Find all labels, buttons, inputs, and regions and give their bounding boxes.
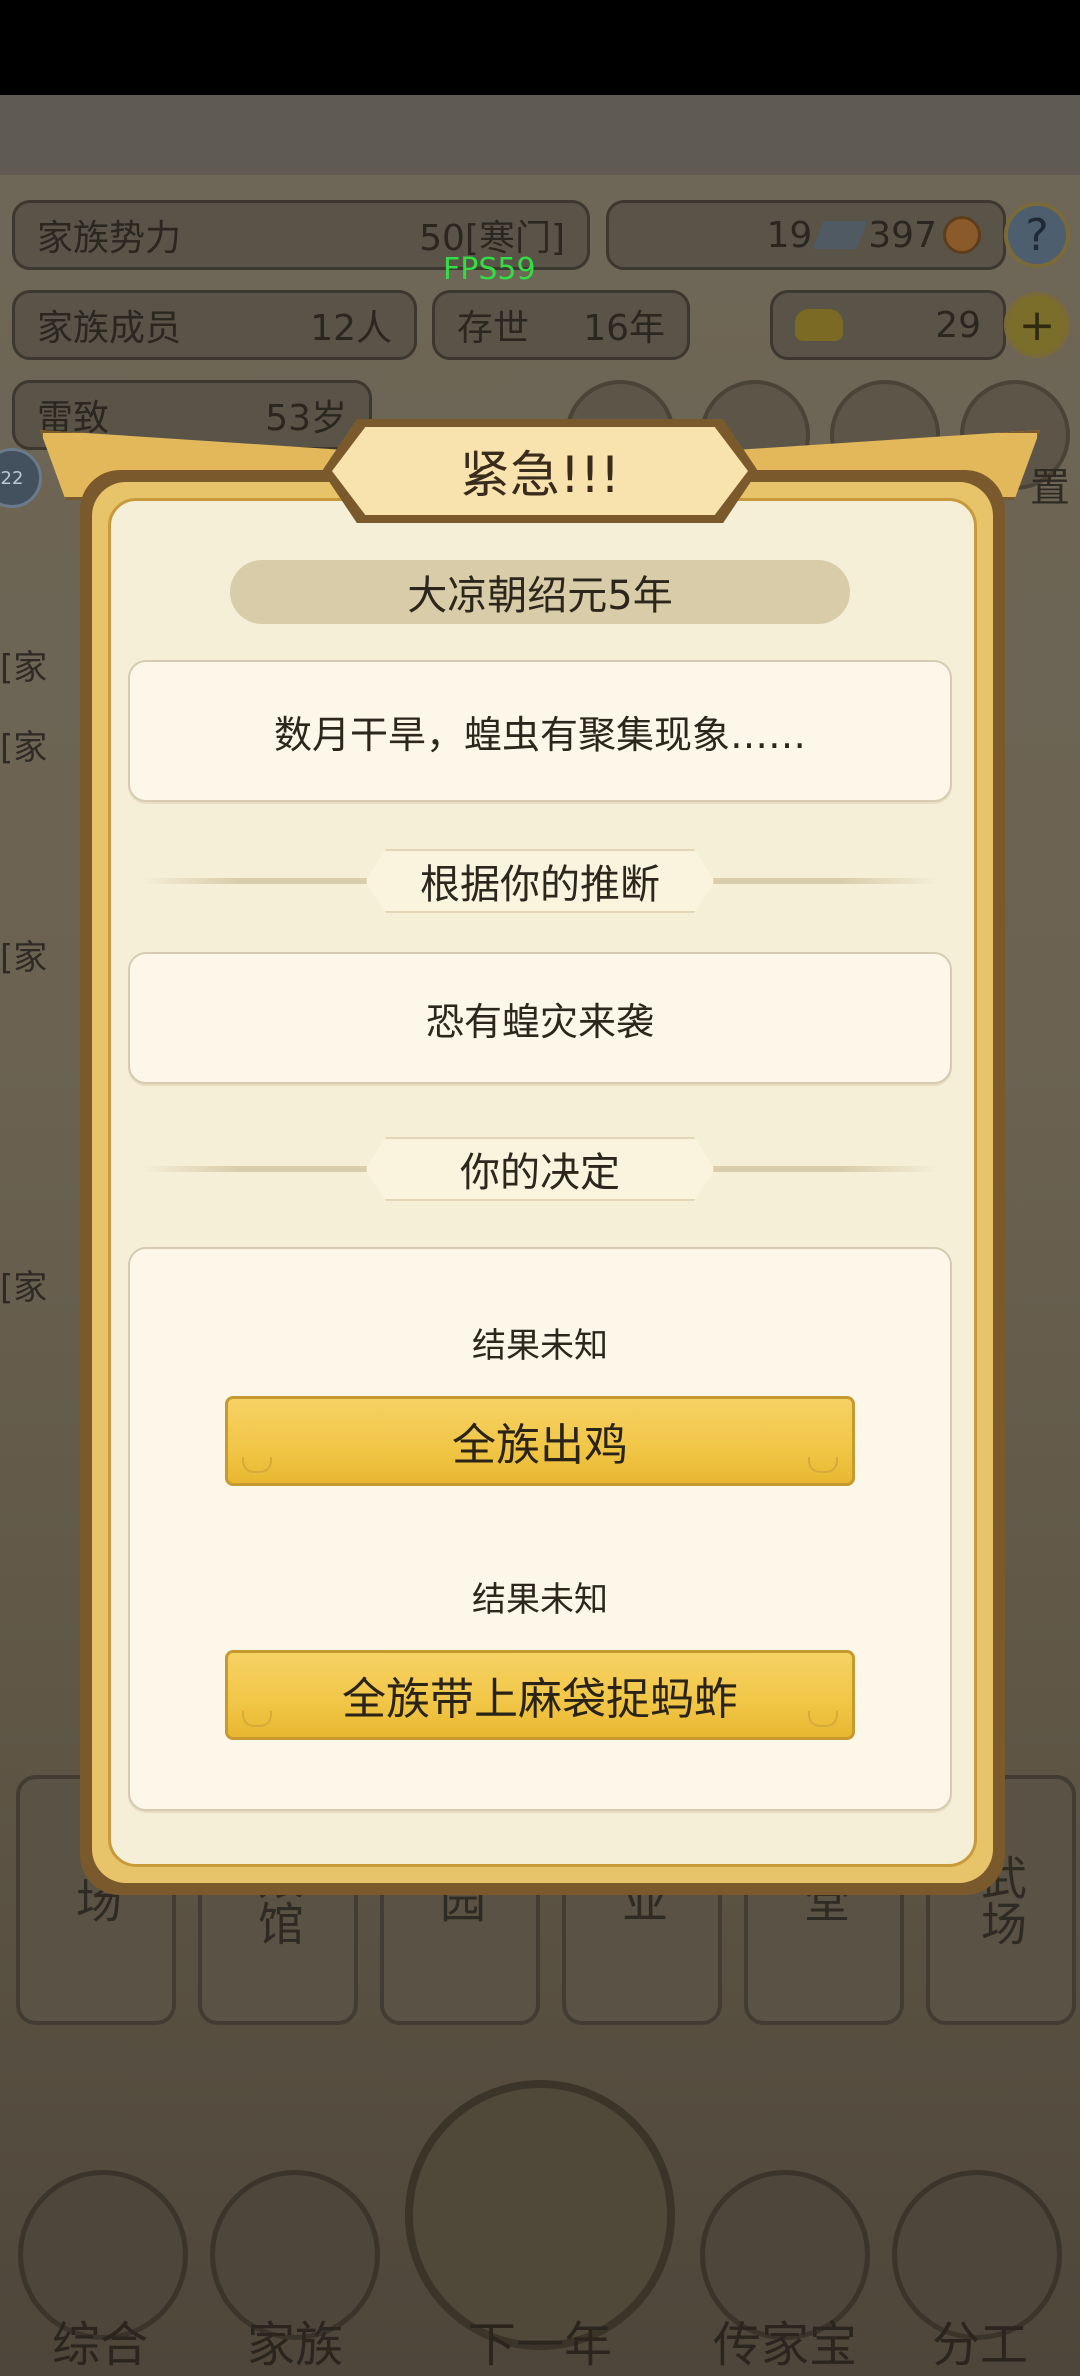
status-bar <box>0 0 1080 95</box>
divider-left <box>140 878 390 884</box>
survival-value: 16年 <box>583 308 665 349</box>
help-button[interactable]: ? <box>1004 202 1070 268</box>
survival-stat: 存世 16年 <box>432 290 690 360</box>
settings-partial-label: 置 <box>1030 465 1070 511</box>
token-icon <box>943 216 981 254</box>
option-1-result: 结果未知 <box>472 1326 608 1366</box>
currency-a-value: 19 <box>766 214 813 256</box>
gold-ingot-icon <box>795 309 843 341</box>
members-stat: 家族成员 12人 <box>12 290 417 360</box>
help-icon: ? <box>1025 209 1049 261</box>
log-fragment: [家 <box>0 938 48 978</box>
plus-icon: + <box>1018 299 1056 351</box>
era-banner: 大凉朝绍元5年 <box>230 560 850 624</box>
gold-stat: 29 <box>770 290 1006 360</box>
nav-label-family: 家族 <box>246 2317 343 2373</box>
fps-counter: FPS59 <box>443 252 536 287</box>
members-label: 家族成员 <box>37 308 182 349</box>
option-1-button[interactable]: 全族出鸡 <box>225 1396 855 1486</box>
divider-right <box>690 878 940 884</box>
judgement-label: 根据你的推断 <box>365 849 715 913</box>
option-2-result: 结果未知 <box>472 1580 608 1620</box>
judgement-text: 恐有蝗灾来袭 <box>425 999 654 1044</box>
ornament-icon <box>808 1457 838 1473</box>
currency-b-value: 397 <box>868 214 937 256</box>
members-value: 12人 <box>310 308 392 349</box>
gold-value: 29 <box>935 304 981 346</box>
ornament-icon <box>808 1711 838 1727</box>
top-band <box>0 95 1080 175</box>
event-card: 数月干旱，蝗虫有聚集现象…… <box>128 660 952 802</box>
option-2-label: 全族带上麻袋捉蚂蚱 <box>342 1674 738 1725</box>
option-2-button[interactable]: 全族带上麻袋捉蚂蚱 <box>225 1650 855 1740</box>
ornament-icon <box>242 1457 272 1473</box>
decision-label: 你的决定 <box>365 1137 715 1201</box>
option-1-label: 全族出鸡 <box>452 1420 628 1471</box>
judgement-card: 恐有蝗灾来袭 <box>128 952 952 1084</box>
clan-power-label: 家族势力 <box>37 218 182 259</box>
ornament-icon <box>242 1711 272 1727</box>
nav-label-overview: 综合 <box>51 2317 148 2373</box>
dialog-title: 紧急!!! <box>332 427 748 515</box>
nav-label-heirloom: 传家宝 <box>712 2317 857 2373</box>
log-fragment: [家 <box>0 1268 48 1308</box>
nav-label-next-year: 下一年 <box>467 2317 612 2373</box>
divider-right <box>690 1166 940 1172</box>
add-gold-button[interactable]: + <box>1004 292 1070 358</box>
survival-label: 存世 <box>457 308 530 349</box>
event-text: 数月干旱，蝗虫有聚集现象…… <box>273 712 806 757</box>
nav-label-division: 分工 <box>931 2317 1028 2373</box>
log-fragment: [家 <box>0 648 48 688</box>
log-fragment: [家 <box>0 728 48 768</box>
leader-age: 53岁 <box>265 398 347 439</box>
divider-left <box>140 1166 390 1172</box>
currency-stat: 19 397 <box>606 200 1006 270</box>
silver-icon <box>813 221 868 249</box>
